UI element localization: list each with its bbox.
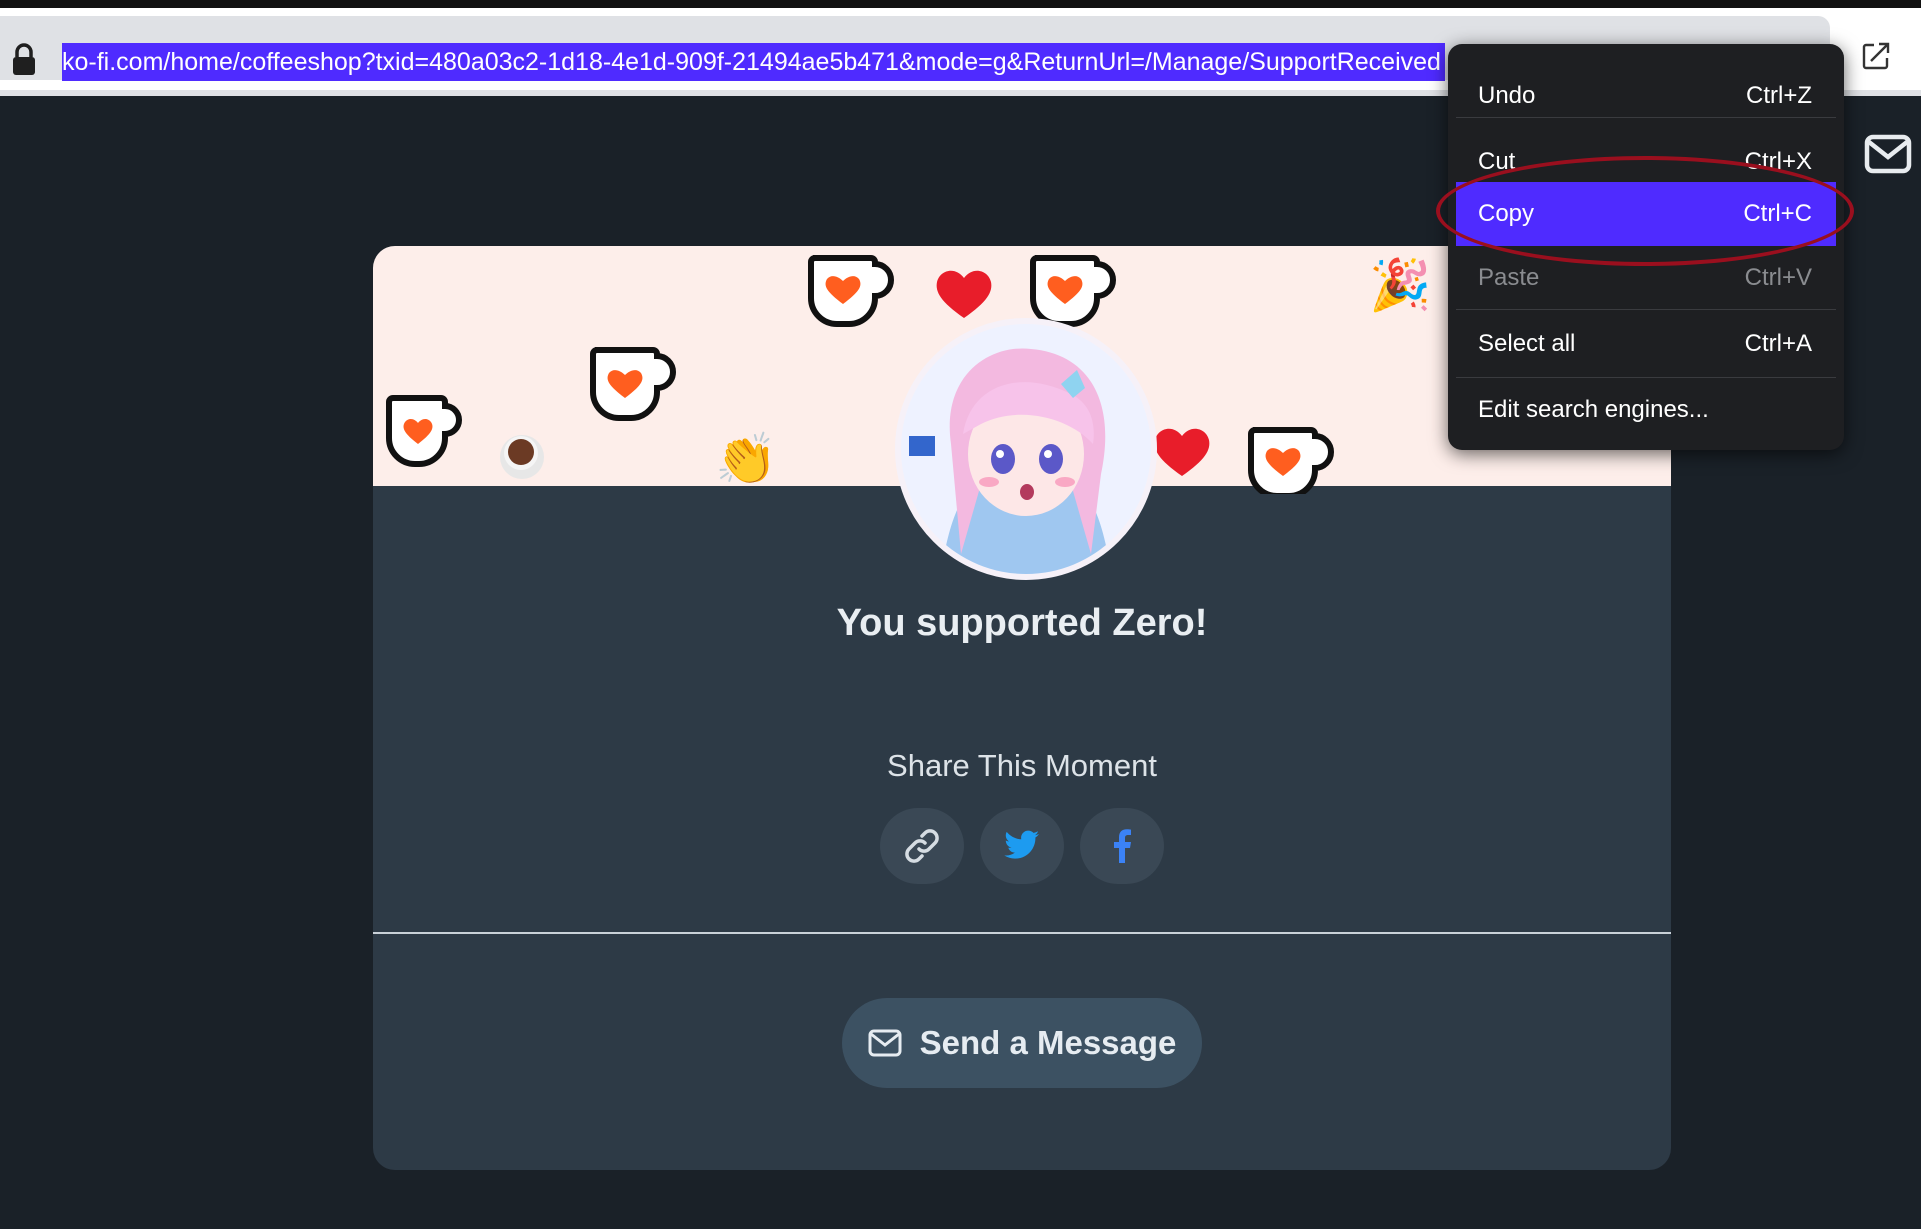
heart-icon — [936, 270, 992, 318]
support-title: You supported Zero! — [836, 602, 1208, 644]
copy-link-button[interactable] — [880, 808, 964, 884]
link-icon — [905, 829, 939, 863]
clapping-hands-icon: 👏 — [715, 430, 778, 488]
menu-item-label: Select all — [1478, 330, 1576, 357]
menu-item-label: Undo — [1478, 82, 1536, 109]
twitter-icon — [1004, 830, 1039, 859]
kofi-cup-icon — [386, 395, 462, 467]
menu-item-label: Paste — [1478, 264, 1540, 291]
menu-item-label: Edit search engines... — [1478, 396, 1709, 423]
kofi-cup-icon — [808, 255, 894, 327]
url-text-selected[interactable]: ko-fi.com/home/coffeeshop?txid=480a03c2-… — [62, 43, 1445, 81]
share-facebook-button[interactable] — [1080, 808, 1164, 884]
menu-item-shortcut: Ctrl+C — [1743, 200, 1812, 227]
party-popper-icon: 🎉 — [1369, 256, 1432, 314]
section-divider — [373, 932, 1671, 934]
heart-icon — [1154, 428, 1210, 476]
menu-separator — [1456, 309, 1836, 310]
share-heading: Share This Moment — [887, 748, 1157, 783]
menu-item-shortcut: Ctrl+V — [1744, 264, 1812, 291]
envelope-icon — [868, 1029, 902, 1057]
kofi-cup-icon — [1248, 427, 1334, 494]
context-menu: Undo Ctrl+Z Cut Ctrl+X Copy Ctrl+C Paste… — [1448, 44, 1844, 450]
menu-item-paste[interactable]: Paste Ctrl+V — [1456, 246, 1836, 310]
lock-icon[interactable] — [10, 42, 38, 78]
menu-item-shortcut: Ctrl+X — [1744, 148, 1812, 175]
menu-item-label: Cut — [1478, 148, 1516, 175]
menu-item-undo[interactable]: Undo Ctrl+Z — [1456, 64, 1836, 128]
avatar — [895, 318, 1157, 580]
window-top-strip — [0, 0, 1921, 8]
menu-item-select-all[interactable]: Select all Ctrl+A — [1456, 312, 1836, 376]
share-twitter-button[interactable] — [980, 808, 1064, 884]
send-message-button[interactable]: Send a Message — [842, 998, 1202, 1088]
send-message-label: Send a Message — [919, 1024, 1177, 1061]
menu-item-edit-search-engines[interactable]: Edit search engines... — [1456, 378, 1836, 442]
mail-icon[interactable] — [1864, 134, 1912, 174]
share-page-icon[interactable] — [1862, 42, 1890, 70]
facebook-icon — [1114, 829, 1131, 863]
menu-item-copy[interactable]: Copy Ctrl+C — [1456, 182, 1836, 246]
coffee-cup-icon — [500, 435, 544, 479]
kofi-cup-icon — [590, 347, 676, 421]
menu-item-shortcut: Ctrl+Z — [1746, 82, 1812, 109]
menu-item-label: Copy — [1478, 200, 1535, 227]
menu-separator — [1456, 117, 1836, 118]
menu-item-shortcut: Ctrl+A — [1744, 330, 1812, 357]
